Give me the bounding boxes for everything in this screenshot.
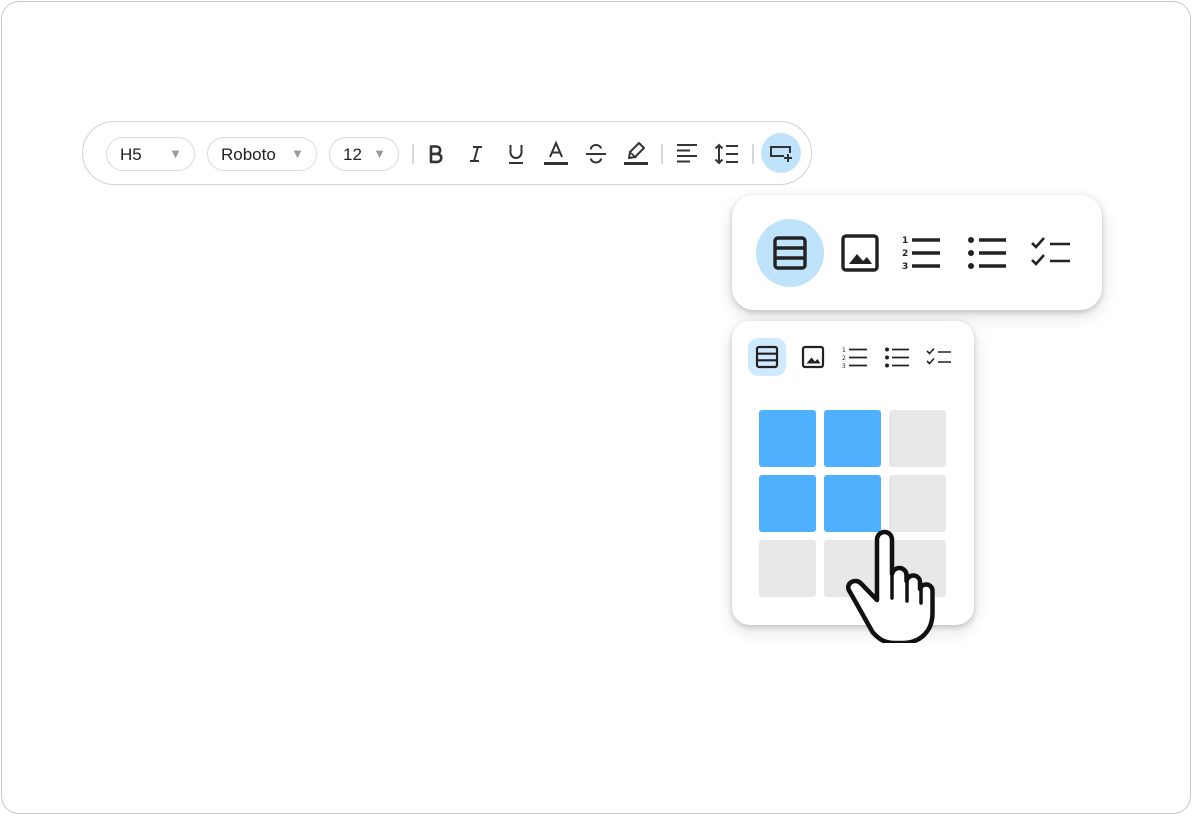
italic-button[interactable]: [460, 138, 492, 170]
line-spacing-icon: [714, 143, 738, 165]
align-button[interactable]: [671, 138, 703, 170]
formatting-toolbar: H5 ▼ Roboto ▼ 12 ▼: [82, 121, 812, 185]
text-color-icon: [544, 140, 568, 165]
table-picker-cell[interactable]: [759, 540, 816, 597]
italic-icon: [470, 146, 482, 162]
font-size-select-value: 12: [343, 145, 362, 164]
svg-text:2: 2: [842, 355, 846, 362]
font-select[interactable]: Roboto ▼: [207, 137, 317, 171]
hand-pointer-icon: [845, 529, 935, 643]
table-picker-cell[interactable]: [889, 410, 946, 467]
insert-table-option[interactable]: [755, 345, 779, 369]
table-picker-cell[interactable]: [824, 410, 881, 467]
insert-checklist-option[interactable]: [1030, 233, 1070, 273]
numbered-list-icon: 1 2 3: [902, 236, 940, 272]
highlight-button[interactable]: [620, 138, 652, 170]
strikethrough-button[interactable]: [580, 138, 612, 170]
toolbar-divider: [752, 144, 754, 164]
image-icon: [801, 345, 825, 369]
table-picker-cell[interactable]: [824, 475, 881, 532]
chevron-down-icon: ▼: [169, 146, 182, 161]
numbered-list-icon: 1 2 3: [842, 347, 867, 370]
table-picker-cell[interactable]: [889, 475, 946, 532]
checklist-icon: [926, 347, 951, 365]
insert-image-option[interactable]: [801, 345, 825, 369]
insert-numbered-list-option[interactable]: 1 2 3: [842, 345, 867, 370]
underline-icon: [509, 145, 523, 164]
svg-text:3: 3: [842, 363, 846, 369]
heading-select-value: H5: [120, 145, 142, 164]
highlighter-icon: [624, 142, 648, 165]
toolbar-divider: [412, 144, 414, 164]
image-icon: [841, 234, 879, 272]
insert-numbered-list-option[interactable]: 1 2 3: [900, 233, 940, 273]
table-icon: [773, 236, 807, 270]
insert-table-option[interactable]: [770, 233, 810, 273]
heading-select[interactable]: H5 ▼: [106, 137, 195, 171]
table-picker-cell[interactable]: [759, 410, 816, 467]
insert-icon: [770, 146, 792, 162]
svg-text:1: 1: [902, 236, 908, 246]
svg-text:1: 1: [842, 347, 846, 354]
svg-text:2: 2: [902, 249, 908, 259]
insert-bulleted-list-option[interactable]: [884, 345, 909, 369]
insert-checklist-option[interactable]: [926, 345, 951, 369]
text-color-button[interactable]: [540, 138, 572, 170]
insert-bulleted-list-option[interactable]: [966, 233, 1006, 273]
svg-text:3: 3: [902, 262, 908, 272]
align-left-icon: [677, 144, 697, 163]
line-spacing-button[interactable]: [711, 138, 743, 170]
underline-button[interactable]: [500, 138, 532, 170]
strikethrough-icon: [586, 143, 606, 164]
chevron-down-icon: ▼: [291, 146, 304, 161]
insert-image-option[interactable]: [840, 233, 880, 273]
checklist-icon: [1031, 237, 1070, 266]
table-picker-cell[interactable]: [759, 475, 816, 532]
bold-button[interactable]: [420, 138, 452, 170]
bulleted-list-icon: [885, 347, 909, 368]
table-icon: [755, 345, 779, 369]
toolbar-divider: [661, 144, 663, 164]
insert-button[interactable]: [761, 133, 801, 173]
bulleted-list-icon: [968, 237, 1006, 269]
bold-icon: [429, 145, 443, 164]
font-select-value: Roboto: [221, 145, 276, 164]
insert-menu-large: 1 2 3: [732, 195, 1102, 310]
font-size-select[interactable]: 12 ▼: [329, 137, 399, 171]
chevron-down-icon: ▼: [373, 146, 386, 161]
